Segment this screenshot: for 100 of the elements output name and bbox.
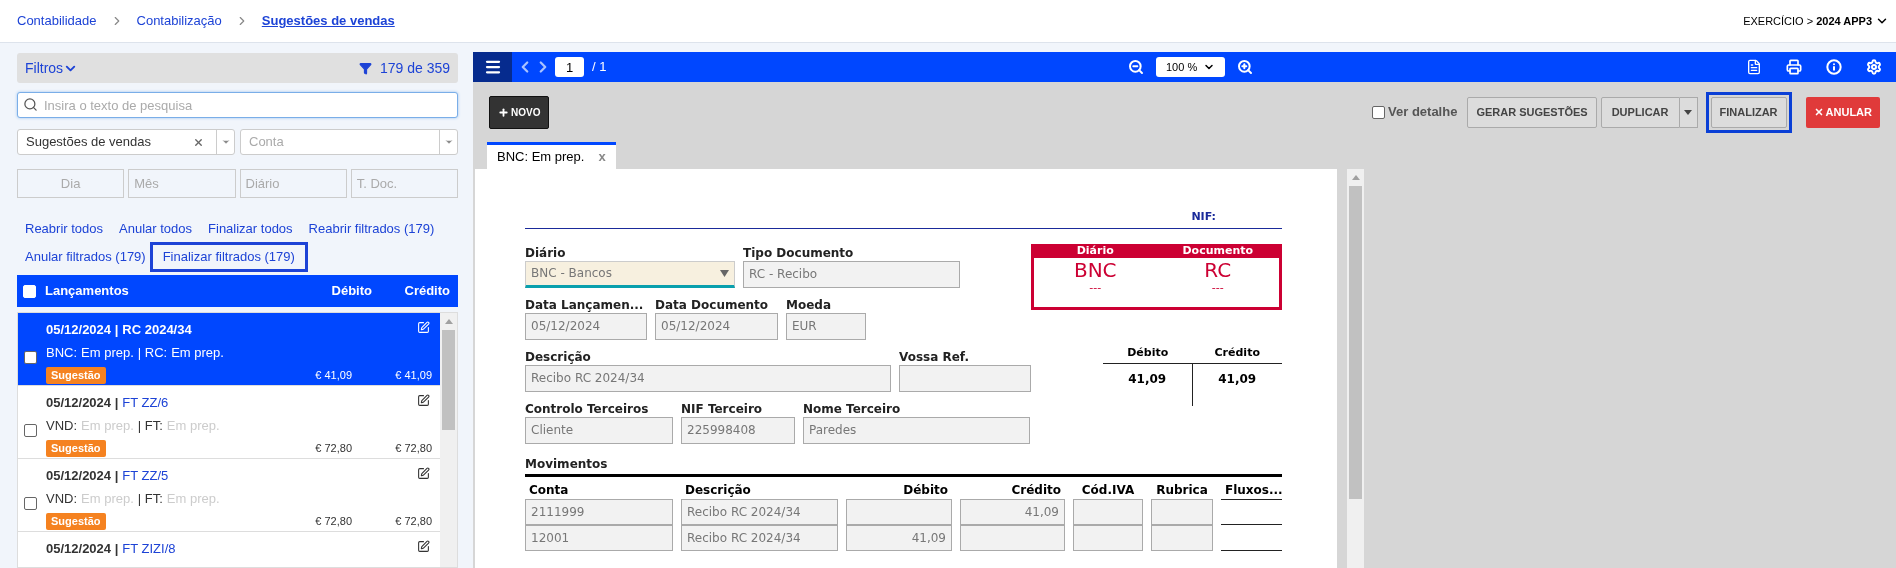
filter-field[interactable]: Diário xyxy=(239,169,347,198)
field-value: Paredes xyxy=(809,422,858,439)
action-link[interactable]: Anular filtrados (179) xyxy=(25,245,146,269)
entry-date: 05/12/2024 | xyxy=(46,540,119,558)
document-link[interactable]: FT ZZ/5 xyxy=(122,466,169,486)
new-button[interactable]: NOVO xyxy=(489,95,550,129)
type-select[interactable]: Sugestões de vendas xyxy=(17,129,235,155)
form-field[interactable] xyxy=(899,364,1031,392)
search-field[interactable]: Insira o texto de pesquisa xyxy=(17,92,458,118)
table-cell-field[interactable]: Recibo RC 2024/34 xyxy=(681,498,838,525)
column-header: Débito xyxy=(902,481,949,499)
exercise-label: EXERCÍCIO > xyxy=(1743,13,1814,29)
menu-icon xyxy=(483,58,502,76)
action-link[interactable]: Reabrir filtrados (179) xyxy=(308,217,435,241)
checkbox[interactable] xyxy=(24,497,37,510)
checkbox[interactable] xyxy=(24,351,37,364)
edit-icon[interactable] xyxy=(417,467,430,480)
form-field[interactable]: Cliente xyxy=(525,416,673,444)
form-field[interactable]: 225998408 xyxy=(681,416,795,444)
close-icon xyxy=(1813,107,1824,117)
scrollbar[interactable] xyxy=(440,313,457,567)
duplicate-button[interactable]: DUPLICAR xyxy=(1600,96,1680,128)
field-label: NIF Terceiro xyxy=(681,400,764,417)
table-cell-field[interactable] xyxy=(1151,524,1213,551)
page-field[interactable]: 1 xyxy=(555,57,584,77)
column-header: Débito xyxy=(330,282,372,301)
caret-icon xyxy=(1684,109,1692,115)
filter-field[interactable]: Mês xyxy=(128,169,236,198)
table-cell-field[interactable] xyxy=(1151,498,1213,525)
totals-value: 41,09 xyxy=(1217,371,1258,388)
scrollbar[interactable] xyxy=(1347,169,1364,568)
field-label: Moeda xyxy=(786,296,832,313)
entry-date: 05/12/2024 | xyxy=(46,321,119,339)
summary-header: Documento xyxy=(1181,243,1255,258)
cell-value: 12001 xyxy=(531,529,570,547)
zoom-out-icon[interactable] xyxy=(1128,59,1144,75)
field-label: Vossa Ref. xyxy=(899,348,970,365)
table-cell-field[interactable]: 12001 xyxy=(525,524,673,551)
menu-button[interactable] xyxy=(473,52,512,82)
document-tab[interactable]: BNC: Em prep. x xyxy=(487,142,616,169)
column-header: Crédito xyxy=(403,282,451,301)
table-cell-field[interactable]: 2111999 xyxy=(525,498,673,525)
cell-value: Recibo RC 2024/34 xyxy=(687,503,801,521)
form-field[interactable]: Recibo RC 2024/34 xyxy=(525,364,891,392)
checkbox[interactable] xyxy=(24,424,37,437)
fill-in-line[interactable] xyxy=(1221,498,1282,525)
filter-field[interactable]: Dia xyxy=(17,169,125,198)
form-field[interactable]: 05/12/2024 xyxy=(655,312,778,340)
print-icon[interactable] xyxy=(1786,59,1802,75)
zoom-in-icon[interactable] xyxy=(1237,59,1253,75)
form-field[interactable]: Paredes xyxy=(803,416,1030,444)
field-label: Tipo Documento xyxy=(743,244,855,261)
settings-icon[interactable] xyxy=(1866,59,1882,75)
debit-amount: € 41,09 xyxy=(315,368,352,384)
table-cell-field[interactable]: 41,09 xyxy=(960,498,1065,525)
caret-icon xyxy=(220,137,231,147)
document-link[interactable]: FT ZZ/6 xyxy=(122,393,169,413)
suggestion-badge: Sugestão xyxy=(46,513,106,530)
filters-toggle[interactable]: Filtros xyxy=(25,57,79,79)
entry-row[interactable]: 05/12/2024 | RC 2024/34 BNC: Em prep. | RC: Em prep. Sugestão € 41,09 € 41,09 xyxy=(18,313,440,386)
table-cell-field[interactable] xyxy=(960,524,1065,551)
search-icon xyxy=(23,97,38,112)
edit-icon[interactable] xyxy=(417,394,430,407)
form-field[interactable]: RC - Recibo xyxy=(743,260,960,288)
field-value: EUR xyxy=(792,318,818,335)
action-link[interactable]: Finalizar todos xyxy=(208,217,293,241)
zoom-select[interactable]: 100 % xyxy=(1156,57,1225,77)
form-field[interactable]: EUR xyxy=(786,312,866,340)
checkbox[interactable] xyxy=(1372,105,1386,119)
cancel-button[interactable]: ANULAR xyxy=(1805,96,1880,128)
edit-icon[interactable] xyxy=(417,540,430,553)
info-icon[interactable] xyxy=(1826,59,1842,75)
toolbar-button[interactable]: GERAR SUGESTÕES xyxy=(1467,96,1597,128)
exercise-selector[interactable]: EXERCÍCIO > 2024 APP3 xyxy=(1743,12,1889,30)
exercise-value: 2024 APP3 xyxy=(1816,13,1872,29)
document-link[interactable]: FT ZIZI/8 xyxy=(122,539,176,559)
credit-amount: € 41,09 xyxy=(394,368,432,384)
action-link[interactable]: Reabrir todos xyxy=(25,217,104,241)
plus-icon xyxy=(498,106,509,118)
table-cell-field[interactable] xyxy=(1073,498,1143,525)
breadcrumb-link[interactable]: Contabilidade xyxy=(17,11,97,31)
clear-icon[interactable] xyxy=(193,136,204,148)
field-value: Recibo RC 2024/34 xyxy=(531,370,646,387)
form-field[interactable]: 05/12/2024 xyxy=(525,312,647,340)
toolbar-button[interactable]: FINALIZAR xyxy=(1710,96,1787,128)
breadcrumb-link[interactable]: Contabilização xyxy=(136,11,222,31)
filter-field[interactable]: T. Doc. xyxy=(350,169,458,198)
journal-select[interactable]: BNC - Bancos xyxy=(525,260,735,288)
document-link[interactable]: RC 2024/34 xyxy=(122,320,192,340)
field-value: 05/12/2024 xyxy=(661,318,732,335)
field-value: 05/12/2024 xyxy=(531,318,602,335)
breadcrumb-link[interactable]: Sugestões de vendas xyxy=(261,11,395,31)
action-link[interactable]: Finalizar filtrados (179) xyxy=(149,242,308,272)
table-cell-field[interactable] xyxy=(846,498,952,525)
table-cell-field[interactable]: Recibo RC 2024/34 xyxy=(681,524,838,551)
column-header: Conta xyxy=(528,481,570,499)
tab-close[interactable]: x xyxy=(598,147,606,167)
table-cell-field[interactable] xyxy=(1073,524,1143,551)
action-link[interactable]: Anular todos xyxy=(119,217,193,241)
table-cell-field[interactable]: 41,09 xyxy=(846,524,952,551)
